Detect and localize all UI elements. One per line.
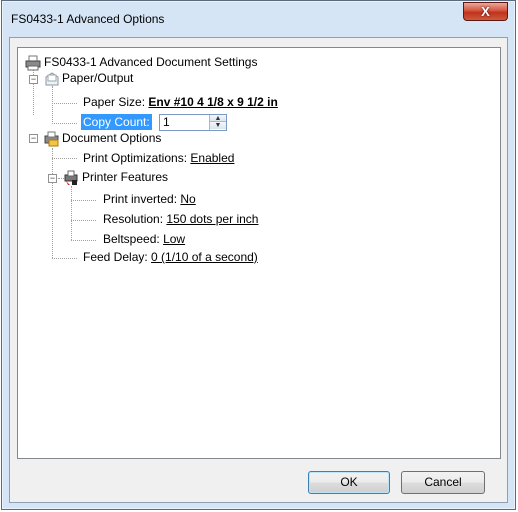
document-options-icon xyxy=(44,131,59,147)
tree-connector xyxy=(52,86,53,124)
spin-down-icon[interactable]: ▼ xyxy=(210,122,226,129)
close-button[interactable]: X xyxy=(463,2,508,21)
copy-count-value[interactable]: 1 xyxy=(163,115,170,130)
tree-connector xyxy=(52,158,77,159)
close-icon: X xyxy=(481,4,490,19)
tree-connector xyxy=(71,186,72,240)
tree-connector xyxy=(52,123,77,124)
collapse-icon[interactable]: − xyxy=(48,174,57,183)
print-optimizations-value[interactable]: Enabled xyxy=(190,151,234,165)
print-optimizations-label: Print Optimizations: xyxy=(83,151,188,165)
copy-count-label[interactable]: Copy Count: xyxy=(80,113,153,131)
paper-icon xyxy=(45,72,59,86)
tree-connector xyxy=(52,103,77,104)
paper-size-setting[interactable]: Paper Size: Env #10 4 1/8 x 9 1/2 in xyxy=(83,95,278,110)
spin-up-icon[interactable]: ▲ xyxy=(210,115,226,122)
resolution-label: Resolution: xyxy=(103,212,164,226)
advanced-options-dialog: FS0433-1 Advanced Options X FS0433-1 Adv… xyxy=(1,0,516,510)
feed-delay-setting[interactable]: Feed Delay: 0 (1/10 of a second) xyxy=(83,250,258,265)
printer-icon xyxy=(25,55,41,71)
settings-tree: FS0433-1 Advanced Document Settings − Pa… xyxy=(17,47,501,459)
feed-delay-value[interactable]: 0 (1/10 of a second) xyxy=(151,250,258,264)
collapse-icon[interactable]: − xyxy=(29,134,38,143)
paper-size-value[interactable]: Env #10 4 1/8 x 9 1/2 in xyxy=(148,95,277,109)
beltspeed-setting[interactable]: Beltspeed: Low xyxy=(103,232,185,247)
cancel-button[interactable]: Cancel xyxy=(401,471,485,494)
tree-connector xyxy=(71,200,96,201)
window-title: FS0433-1 Advanced Options xyxy=(11,12,165,26)
tree-connector xyxy=(71,220,96,221)
tree-connector xyxy=(71,240,96,241)
tree-connector xyxy=(52,258,77,259)
tree-item-paper-output[interactable]: Paper/Output xyxy=(62,71,133,86)
resolution-setting[interactable]: Resolution: 150 dots per inch xyxy=(103,212,258,227)
tree-root-label[interactable]: FS0433-1 Advanced Document Settings xyxy=(44,55,257,70)
spinner-buttons: ▲ ▼ xyxy=(209,115,226,130)
resolution-value[interactable]: 150 dots per inch xyxy=(166,212,258,226)
title-bar[interactable]: FS0433-1 Advanced Options X xyxy=(2,1,515,37)
printer-features-icon xyxy=(64,170,78,185)
print-inverted-setting[interactable]: Print inverted: No xyxy=(103,192,196,207)
dialog-client-area: FS0433-1 Advanced Document Settings − Pa… xyxy=(9,37,508,503)
paper-size-label: Paper Size: xyxy=(83,95,146,109)
collapse-icon[interactable]: − xyxy=(29,75,38,84)
beltspeed-label: Beltspeed: xyxy=(103,232,160,246)
ok-button[interactable]: OK xyxy=(308,471,390,494)
print-optimizations-setting[interactable]: Print Optimizations: Enabled xyxy=(83,151,234,166)
tree-item-printer-features[interactable]: Printer Features xyxy=(82,170,168,185)
copy-count-stepper[interactable]: 1 ▲ ▼ xyxy=(159,114,227,131)
tree-item-document-options[interactable]: Document Options xyxy=(62,131,161,146)
beltspeed-value[interactable]: Low xyxy=(163,232,185,246)
feed-delay-label: Feed Delay: xyxy=(83,250,148,264)
tree-connector xyxy=(52,148,53,258)
print-inverted-value[interactable]: No xyxy=(180,192,195,206)
print-inverted-label: Print inverted: xyxy=(103,192,178,206)
